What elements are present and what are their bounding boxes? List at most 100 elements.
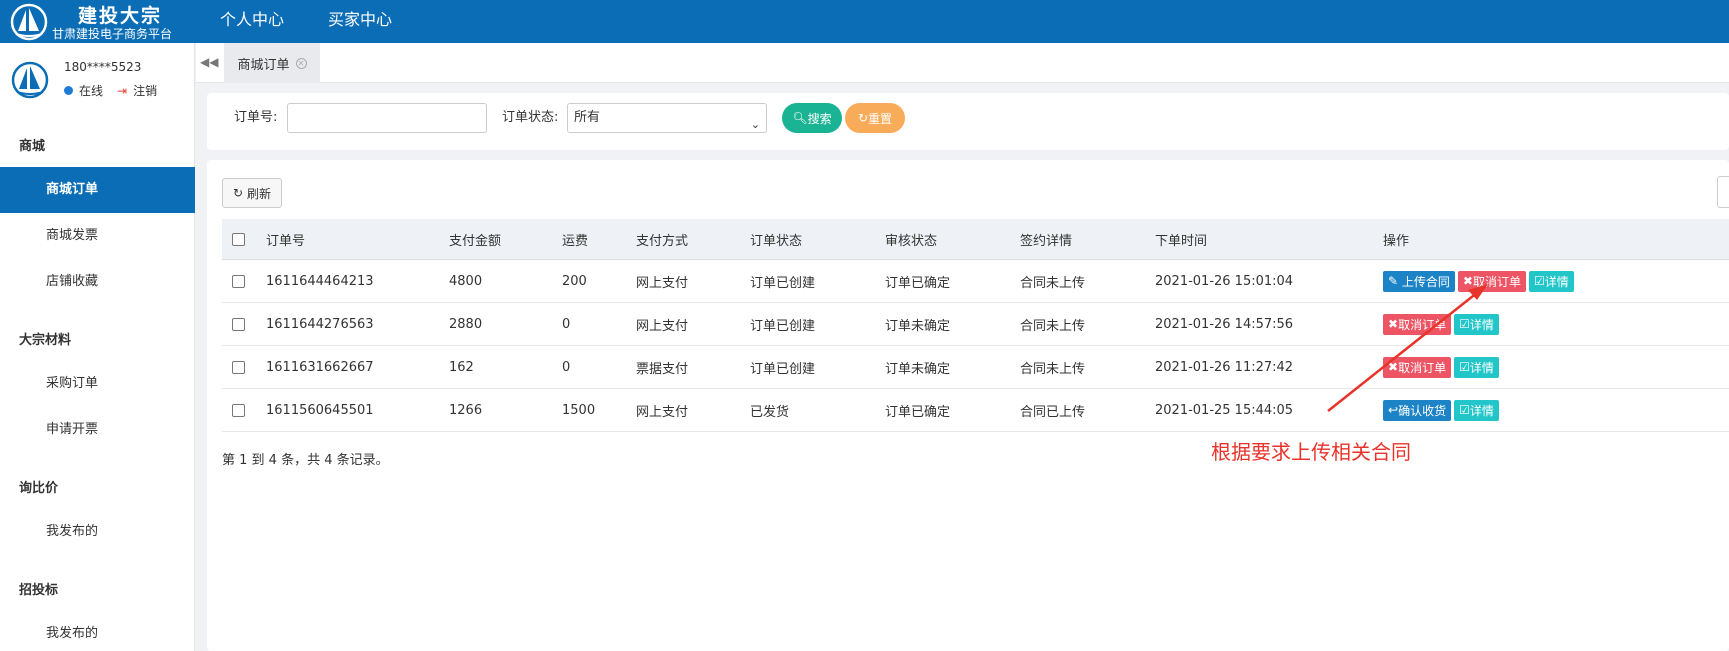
col-actions: 操作 [1383, 233, 1410, 249]
pencil-icon: ✎ [1388, 274, 1399, 288]
col-order-status[interactable]: 订单状态 [750, 219, 802, 259]
col-order-no[interactable]: 订单号 [266, 219, 305, 259]
toolbar-columns-button[interactable] [1717, 176, 1729, 208]
logout-icon[interactable]: ⇥ [117, 84, 127, 98]
col-freight[interactable]: 运费 [562, 219, 588, 259]
pay-method: 网上支付 [636, 318, 689, 334]
row-checkbox[interactable] [232, 403, 245, 417]
refresh-icon: ↻ [233, 186, 244, 200]
detail-button[interactable]: ☑ 详情 [1454, 356, 1499, 378]
menu-group-mall: 商城 [19, 139, 46, 154]
detail-button[interactable]: ☑ 详情 [1528, 270, 1574, 292]
col-amount[interactable]: 支付金额 [449, 219, 501, 259]
logo[interactable]: 建投大宗 甘肃建投电子商务平台 [6, 1, 194, 41]
edit-icon: ☑ [1459, 403, 1470, 417]
order-status-value: 所有 [574, 110, 601, 125]
online-dot-icon [64, 86, 73, 95]
detail-button[interactable]: ☑ 详情 [1454, 313, 1499, 335]
top-header: 建投大宗 甘肃建投电子商务平台 个人中心 买家中心 [0, 0, 1729, 43]
pay-method: 票据支付 [636, 361, 689, 377]
sidebar-item-mall-invoices[interactable]: 商城发票 [0, 213, 195, 259]
sidebar: 180****5523 在线 ⇥ 注销 商城 商城订单 商城发票 店铺收藏 大宗… [0, 43, 195, 651]
table-row: 1611644464213 4800 200 网上支付 订单已创建 订单已确定 … [222, 260, 1729, 303]
logout-link[interactable]: 注销 [133, 82, 157, 99]
col-sign-detail[interactable]: 签约详情 [1020, 219, 1072, 259]
cancel-order-button[interactable]: ✖ 取消订单 [1383, 356, 1452, 378]
order-no: 1611644276563 [266, 316, 374, 332]
table-row: 1611560645501 1266 1500 网上支付 已发货 订单已确定 合… [222, 389, 1729, 432]
search-panel: 订单号: 订单状态: 所有 ⌄ 🔍︎ 搜索 ↻ 重置 [207, 93, 1729, 150]
reset-button[interactable]: ↻ 重置 [845, 103, 905, 133]
row-checkbox[interactable] [232, 317, 245, 331]
confirm-receipt-button[interactable]: ↩ 确认收货 [1383, 399, 1452, 421]
order-status-label: 订单状态: [502, 110, 559, 125]
cancel-order-button[interactable]: ✖ 取消订单 [1383, 313, 1452, 335]
upload-contract-button[interactable]: ✎ 上传合同 [1383, 270, 1455, 292]
col-pay-method[interactable]: 支付方式 [636, 219, 688, 259]
review-status: 订单已确定 [885, 404, 951, 420]
order-no: 1611631662667 [266, 359, 374, 375]
sidebar-item-purchase-orders[interactable]: 采购订单 [0, 361, 195, 407]
sidebar-item-bidding-published[interactable]: 我发布的 [0, 611, 195, 651]
top-nav: 个人中心 买家中心 [220, 0, 436, 43]
detail-button[interactable]: ☑ 详情 [1454, 399, 1499, 421]
order-time: 2021-01-26 15:01:04 [1155, 273, 1294, 289]
order-status-select[interactable]: 所有 ⌄ [567, 103, 767, 133]
tab-mall-orders[interactable]: 商城订单 ✕ [224, 43, 320, 83]
table-panel: ↻ 刷新 订单号 支付金额 运费 支付方式 订单状态 审核状态 签约详情 下单时… [207, 160, 1729, 651]
chevron-down-icon: ⌄ [750, 118, 760, 131]
order-status: 已发货 [750, 404, 790, 420]
search-icon: 🔍︎ [792, 111, 808, 125]
col-review-status[interactable]: 审核状态 [885, 219, 937, 259]
review-status: 订单已确定 [885, 275, 951, 291]
close-icon: ✖ [1388, 317, 1399, 331]
order-status: 订单已创建 [750, 275, 816, 291]
cancel-order-button[interactable]: ✖ 取消订单 [1457, 270, 1526, 292]
sign-detail: 合同未上传 [1020, 318, 1086, 334]
review-status: 订单未确定 [885, 318, 951, 334]
select-all-checkbox[interactable] [232, 232, 245, 246]
table-row: 1611631662667 162 0 票据支付 订单已创建 订单未确定 合同未… [222, 346, 1729, 389]
user-status: 在线 ⇥ 注销 [64, 82, 157, 99]
order-time: 2021-01-25 15:44:05 [1155, 402, 1294, 418]
sidebar-item-shop-favorites[interactable]: 店铺收藏 [0, 259, 195, 305]
order-no-label: 订单号: [234, 110, 278, 125]
menu-group-bulk: 大宗材料 [19, 333, 72, 348]
amount: 1266 [449, 402, 483, 418]
online-label: 在线 [79, 84, 104, 98]
user-phone: 180****5523 [64, 60, 142, 74]
close-icon[interactable]: ✕ [295, 57, 307, 69]
freight: 0 [562, 316, 571, 332]
reply-icon: ↩ [1388, 403, 1399, 417]
order-time: 2021-01-26 11:27:42 [1155, 359, 1294, 375]
user-panel: 180****5523 在线 ⇥ 注销 [0, 43, 195, 113]
amount: 2880 [449, 316, 483, 332]
sidebar-item-mall-orders[interactable]: 商城订单 [0, 167, 195, 213]
order-no-input[interactable] [287, 103, 487, 133]
col-order-time[interactable]: 下单时间 [1155, 219, 1207, 259]
freight: 200 [562, 273, 587, 289]
close-icon: ✖ [1462, 274, 1473, 288]
order-no: 1611644464213 [266, 273, 374, 289]
nav-personal-center[interactable]: 个人中心 [220, 0, 284, 43]
order-status: 订单已创建 [750, 318, 816, 334]
pay-method: 网上支付 [636, 404, 689, 420]
sidebar-item-apply-invoice[interactable]: 申请开票 [0, 407, 195, 453]
edit-icon: ☑ [1459, 360, 1470, 374]
freight: 1500 [562, 402, 596, 418]
sidebar-item-inquiry-published[interactable]: 我发布的 [0, 509, 195, 555]
order-status: 订单已创建 [750, 361, 816, 377]
refresh-button[interactable]: ↻ 刷新 [222, 178, 282, 208]
amount: 4800 [449, 273, 483, 289]
edit-icon: ☑ [1459, 317, 1470, 331]
row-checkbox[interactable] [232, 360, 245, 374]
refresh-icon: ↻ [857, 111, 869, 125]
pay-method: 网上支付 [636, 275, 689, 291]
tab-bar: ◀◀ 商城订单 ✕ [196, 43, 1729, 83]
collapse-left-icon[interactable]: ◀◀ [200, 55, 218, 69]
row-checkbox[interactable] [232, 274, 245, 288]
search-button[interactable]: 🔍︎ 搜索 [782, 103, 842, 133]
logo-icon [10, 3, 48, 41]
amount: 162 [449, 359, 474, 375]
nav-buyer-center[interactable]: 买家中心 [328, 0, 392, 43]
